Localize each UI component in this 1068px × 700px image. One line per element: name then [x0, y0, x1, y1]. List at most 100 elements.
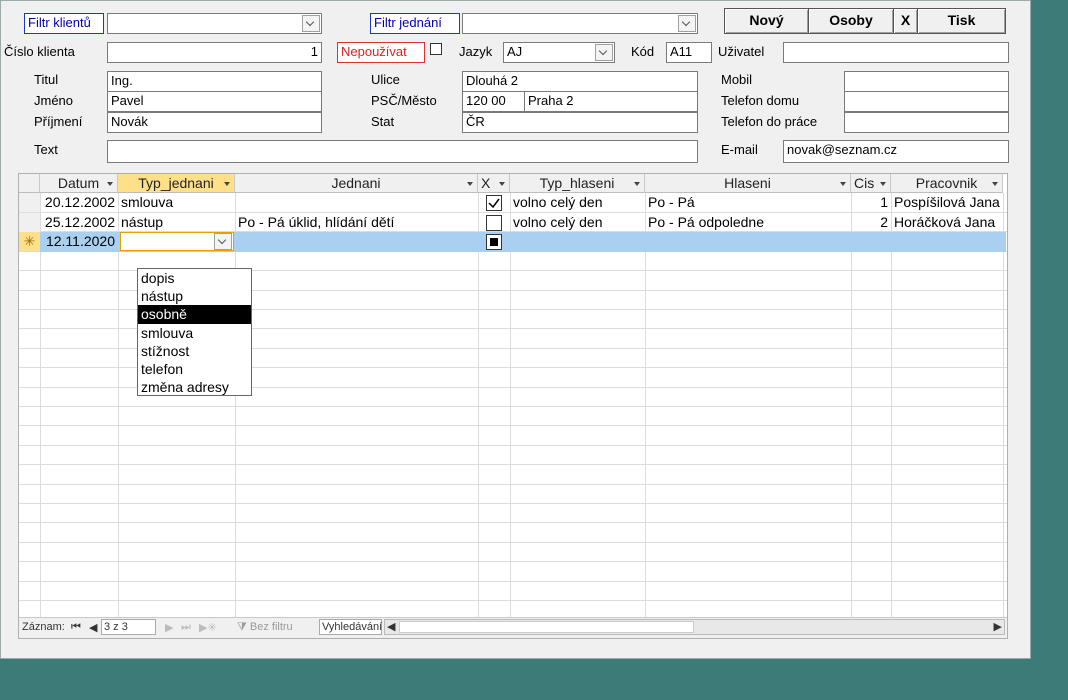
cell-hlaseni[interactable]: Po - Pá [645, 193, 851, 212]
sort-arrow-icon[interactable] [992, 182, 998, 186]
dropdown-option[interactable]: stížnost [138, 342, 251, 360]
row-selector[interactable] [19, 193, 40, 212]
checkbox-x-checked[interactable] [486, 195, 502, 211]
mobile-field[interactable] [844, 71, 1009, 92]
surname-field[interactable]: Novák [107, 112, 322, 133]
search-field[interactable]: Vyhledávání [319, 619, 382, 635]
client-filter-label: Filtr klientů [24, 13, 104, 34]
unused-checkbox[interactable] [430, 43, 442, 55]
cell-datum[interactable]: 25.12.2002 [40, 213, 118, 232]
col-header-typ-jednani[interactable]: Typ_jednani [118, 174, 235, 193]
cell-datum-new[interactable]: 12.11.2020 [40, 232, 118, 251]
title-field[interactable]: Ing. [107, 71, 322, 92]
sort-arrow-icon[interactable] [499, 182, 505, 186]
street-field[interactable]: Dlouhá 2 [462, 71, 698, 92]
record-number-field[interactable]: 3 z 3 [101, 619, 156, 635]
col-header-hlaseni[interactable]: Hlaseni [645, 174, 851, 193]
client-number-field[interactable]: 1 [107, 42, 322, 63]
first-record-icon[interactable]: ⏮ [71, 621, 81, 634]
cell-jednani[interactable] [235, 193, 478, 212]
dropdown-option[interactable]: smlouva [138, 324, 251, 342]
print-button[interactable]: Tisk [917, 8, 1006, 34]
language-combo[interactable]: AJ [503, 42, 615, 63]
cell-jednani[interactable]: Po - Pá úklid, hlídání dětí [235, 213, 478, 232]
persons-button[interactable]: Osoby [808, 8, 894, 34]
cell-cis[interactable]: 1 [851, 193, 891, 212]
select-all-corner[interactable] [19, 174, 40, 193]
col-header-typ-hlaseni[interactable]: Typ_hlaseni [510, 174, 645, 193]
prev-record-icon[interactable]: ◀ [89, 621, 97, 634]
checkbox-x-unchecked[interactable] [486, 215, 502, 231]
typ-jednani-combo[interactable] [120, 232, 234, 251]
col-header-datum[interactable]: Datum [40, 174, 118, 193]
phone-work-field[interactable] [844, 112, 1009, 133]
close-button[interactable]: X [893, 8, 918, 34]
col-header-label: Jednani [331, 175, 381, 191]
sort-arrow-icon[interactable] [224, 182, 230, 186]
user-field[interactable] [783, 42, 1009, 63]
sort-arrow-icon[interactable] [840, 182, 846, 186]
cell-cis[interactable]: 2 [851, 213, 891, 232]
cell-typ-jednani[interactable]: smlouva [118, 193, 235, 212]
code-field[interactable]: A11 [666, 42, 712, 63]
chevron-down-icon[interactable] [595, 44, 613, 61]
col-header-pracovnik[interactable]: Pracovnik [891, 174, 1003, 193]
cell-typ-jednani[interactable]: nástup [118, 213, 235, 232]
new-button[interactable]: Nový [724, 8, 809, 34]
sort-arrow-icon[interactable] [107, 182, 113, 186]
language-label: Jazyk [459, 44, 493, 59]
col-header-x[interactable]: X [478, 174, 510, 193]
chevron-down-icon[interactable] [214, 233, 232, 250]
cell-datum[interactable]: 20.12.2002 [40, 193, 118, 212]
meeting-filter-label: Filtr jednání [370, 13, 460, 34]
typ-jednani-dropdown[interactable]: dopis nástup osobně smlouva stížnost tel… [137, 268, 252, 396]
cell-pracovnik[interactable]: Pospíšilová Jana [891, 193, 1003, 212]
col-header-label: Typ_hlaseni [539, 175, 615, 191]
phone-work-label: Telefon do práce [721, 114, 818, 129]
sort-arrow-icon[interactable] [467, 182, 473, 186]
indeterminate-icon [490, 238, 498, 246]
dropdown-option[interactable]: změna adresy [138, 378, 251, 396]
row-selector[interactable] [19, 213, 40, 232]
no-filter-button[interactable]: ⧩ Bez filtru [237, 621, 293, 634]
dropdown-option[interactable]: nástup [138, 287, 251, 305]
city-field[interactable]: Praha 2 [524, 91, 698, 112]
sort-arrow-icon[interactable] [634, 182, 640, 186]
grid-row-line [19, 406, 1007, 407]
scroll-right-icon[interactable]: ▶ [994, 620, 1002, 633]
dropdown-option[interactable]: telefon [138, 360, 251, 378]
code-label: Kód [631, 44, 655, 59]
cell-pracovnik[interactable]: Horáčková Jana [891, 213, 1003, 232]
col-header-cis[interactable]: Cis [851, 174, 891, 193]
chevron-down-icon[interactable] [678, 15, 696, 32]
email-field[interactable]: novak@seznam.cz [783, 140, 1009, 163]
phone-home-label: Telefon domu [721, 93, 800, 108]
client-filter-combo[interactable] [107, 13, 322, 34]
cell-typ-hlaseni[interactable]: volno celý den [510, 213, 645, 232]
zip-field[interactable]: 120 00 [462, 91, 525, 112]
dropdown-option[interactable]: dopis [138, 269, 251, 287]
new-record-icon[interactable]: ▶✳ [199, 621, 217, 634]
scroll-thumb[interactable] [399, 621, 694, 633]
state-field[interactable]: ČR [462, 112, 698, 133]
horizontal-scrollbar[interactable]: ◀ ▶ [384, 619, 1005, 635]
cell-typ-hlaseni[interactable]: volno celý den [510, 193, 645, 212]
phone-home-field[interactable] [844, 91, 1009, 112]
record-number-value: 3 z 3 [104, 621, 128, 633]
sort-arrow-icon[interactable] [880, 182, 886, 186]
text-field[interactable] [107, 140, 698, 163]
checkbox-x-new[interactable] [486, 234, 502, 250]
grid-row-line [19, 581, 1007, 582]
dropdown-option-highlighted[interactable]: osobně [138, 305, 251, 324]
cell-hlaseni[interactable]: Po - Pá odpoledne [645, 213, 851, 232]
grid-row-line [19, 542, 1007, 543]
chevron-down-icon[interactable] [302, 15, 320, 32]
col-header-label: Pracovnik [915, 175, 978, 191]
firstname-field[interactable]: Pavel [107, 91, 322, 112]
grid-row-line [19, 600, 1007, 601]
next-record-icon[interactable]: ▶ [165, 621, 173, 634]
meeting-filter-combo[interactable] [462, 13, 698, 34]
last-record-icon[interactable]: ⏭ [181, 621, 191, 634]
scroll-left-icon[interactable]: ◀ [387, 620, 395, 633]
col-header-jednani[interactable]: Jednani [235, 174, 478, 193]
